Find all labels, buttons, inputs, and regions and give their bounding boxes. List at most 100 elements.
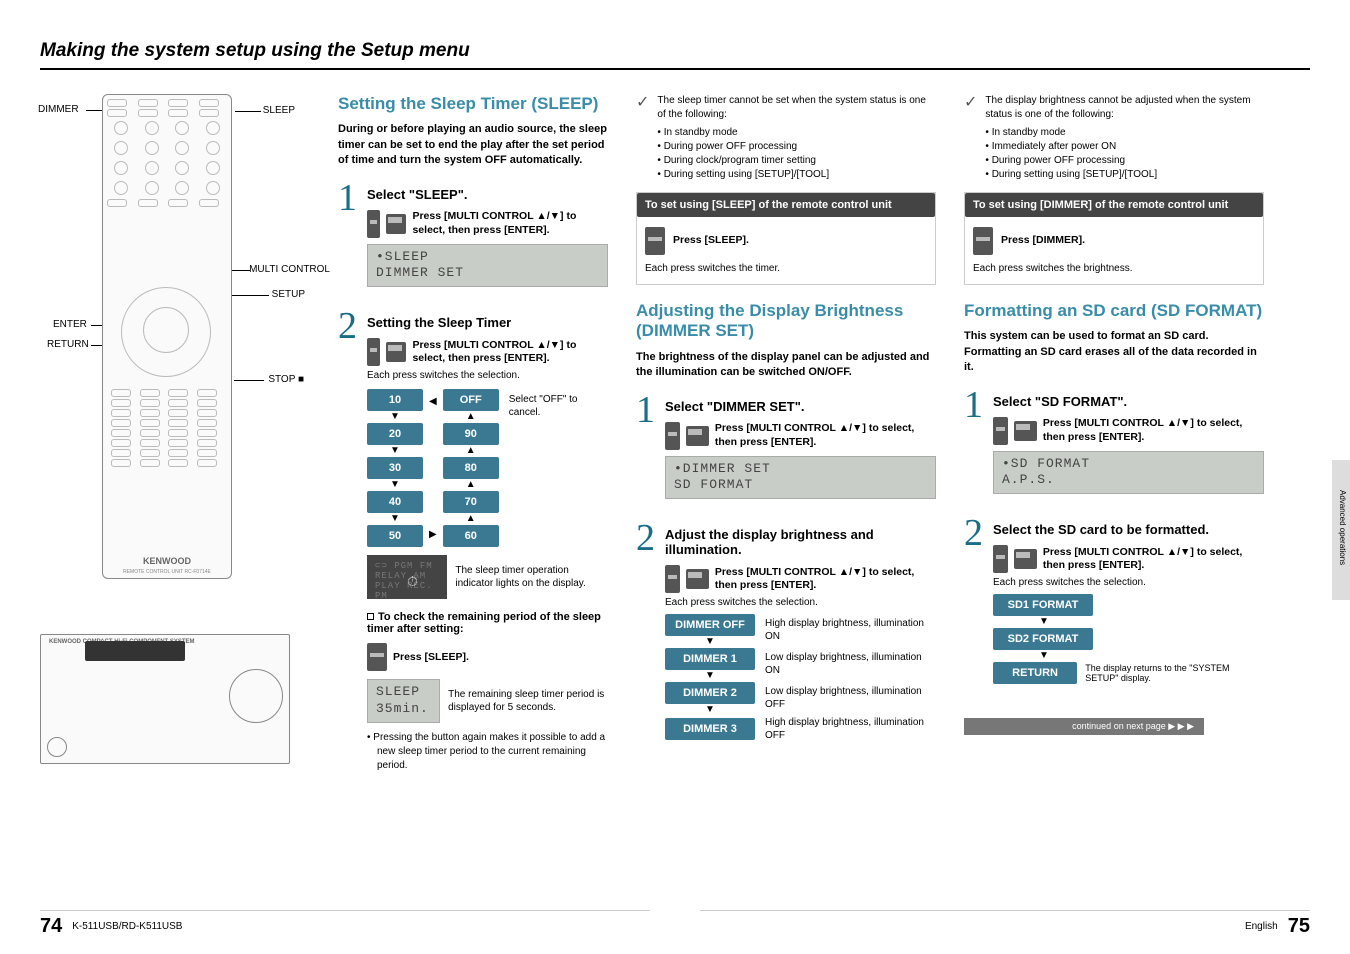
dimmer-option: DIMMER 2 — [665, 682, 755, 704]
remote-label-multi-control: MULTI CONTROL — [249, 264, 330, 275]
unit-icon — [686, 426, 709, 446]
timer-icon: ⏱ — [407, 575, 418, 591]
remote-icon — [993, 417, 1008, 445]
remote-label-enter: ENTER — [53, 319, 87, 330]
sleep-step2-label: Setting the Sleep Timer — [367, 315, 608, 330]
list-item: In standby mode — [657, 126, 936, 140]
unit-icon — [386, 342, 407, 362]
sleep-step-1: 1 Select "SLEEP". Press [MULTI CONTROL ▲… — [338, 183, 608, 298]
content-row: DIMMER SLEEP MULTI CONTROL SETUP ENTER R… — [40, 94, 1310, 787]
dimmer-callout-bar: To set using [DIMMER] of the remote cont… — [965, 193, 1263, 217]
sdformat-step2-label: Select the SD card to be formatted. — [993, 522, 1264, 537]
arrow-left-icon: ◀ — [429, 396, 437, 407]
dimmer-press-text-1: Press [MULTI CONTROL ▲/▼] to select, the… — [715, 422, 936, 449]
dimmer-callout-press: Press [DIMMER]. — [1001, 234, 1085, 248]
remote-icon — [645, 227, 665, 255]
remote-icon — [665, 422, 680, 450]
remote-icon — [367, 338, 380, 366]
remote-label-sleep: SLEEP — [263, 105, 295, 116]
sleep-again-note: Pressing the button again makes it possi… — [377, 731, 608, 773]
unit-icon — [1014, 421, 1037, 441]
list-item: During setting using [SETUP]/[TOOL] — [985, 168, 1264, 182]
sleep-each-press: Each press switches the selection. — [367, 370, 608, 381]
sdformat-return-option: RETURN — [993, 662, 1077, 684]
dimmer-step-1: 1 Select "DIMMER SET". Press [MULTI CONT… — [636, 395, 936, 510]
remote-label-setup: SETUP — [272, 289, 305, 300]
sdformat-lcd: •SD FORMAT A.P.S. — [993, 451, 1264, 495]
step-number-2: 2 — [338, 311, 357, 341]
sleep-press-sleep: Press [SLEEP]. — [393, 651, 469, 665]
sdformat-column: ✓ The display brightness cannot be adjus… — [964, 94, 1264, 787]
page-title: Making the system setup using the Setup … — [40, 40, 1310, 70]
sleep-press-text-1: Press [MULTI CONTROL ▲/▼] to select, the… — [412, 210, 608, 237]
sleep-option: 70 — [443, 491, 499, 513]
remote-icon — [367, 643, 387, 671]
list-item: During power OFF processing — [657, 140, 936, 154]
dimmer-title: Adjusting the Display Brightness (DIMMER… — [636, 301, 936, 342]
dimmer-option-desc: Low display brightness, illumination ON — [765, 651, 936, 677]
step-number-1: 1 — [338, 183, 357, 213]
sleep-option: 10 — [367, 389, 423, 411]
sleep-title: Setting the Sleep Timer (SLEEP) — [338, 94, 608, 114]
unit-icon — [686, 569, 709, 589]
sdformat-press-text-2: Press [MULTI CONTROL ▲/▼] to select, the… — [1043, 546, 1264, 573]
check-icon: ✓ — [636, 92, 649, 182]
sdformat-step-1: 1 Select "SD FORMAT". Press [MULTI CONTR… — [964, 390, 1264, 505]
sdformat-step1-label: Select "SD FORMAT". — [993, 394, 1264, 409]
step-number-2: 2 — [636, 523, 655, 553]
list-item: During clock/program timer setting — [657, 154, 936, 168]
dimmer-callout: To set using [DIMMER] of the remote cont… — [964, 192, 1264, 285]
sleep-remaining-lcd: SLEEP 35min. — [367, 679, 440, 723]
display-indicator-panel: ⊂⊃ PGM FM RELAY AM PLAY REC. PM ⏱ — [367, 555, 447, 599]
remote-label-return: RETURN — [47, 339, 89, 350]
dimmer-callout-sub: Each press switches the brightness. — [973, 263, 1255, 274]
dimmer-option: DIMMER OFF — [665, 614, 755, 636]
sleep-intro: During or before playing an audio source… — [338, 122, 608, 168]
step-number-1: 1 — [636, 395, 655, 425]
dimmer-step-2: 2 Adjust the display brightness and illu… — [636, 523, 936, 744]
dimmer-option-desc: High display brightness, illumination OF… — [765, 716, 936, 742]
sleep-option: 90 — [443, 423, 499, 445]
step-number-2: 2 — [964, 518, 983, 548]
main-unit-diagram: KENWOOD COMPACT Hi-Fi COMPONENT SYSTEM — [40, 634, 290, 764]
page-number-left: 74 — [40, 915, 62, 938]
sleep-callout-press: Press [SLEEP]. — [673, 234, 749, 248]
remote-body: KENWOOD REMOTE CONTROL UNIT RC-F0714E — [102, 94, 232, 579]
dimmer-column: ✓ The sleep timer cannot be set when the… — [636, 94, 936, 787]
sleep-option-off: OFF — [443, 389, 499, 411]
sdformat-press-text-1: Press [MULTI CONTROL ▲/▼] to select, the… — [1043, 417, 1264, 444]
unit-icon — [386, 214, 407, 234]
dimmer-step1-label: Select "DIMMER SET". — [665, 399, 936, 414]
unit-icon — [1014, 549, 1037, 569]
sdformat-each-press: Each press switches the selection. — [993, 577, 1264, 588]
dimmer-option: DIMMER 3 — [665, 718, 755, 740]
sleep-option: 40 — [367, 491, 423, 513]
sdformat-intro: This system can be used to format an SD … — [964, 329, 1264, 375]
remote-icon — [973, 227, 993, 255]
sleep-press-text-2: Press [MULTI CONTROL ▲/▼] to select, the… — [412, 339, 608, 366]
remote-icon — [367, 210, 380, 238]
footer: 74 K-511USB/RD-K511USB English 75 — [40, 910, 1310, 938]
dimmer-step2-label: Adjust the display brightness and illumi… — [665, 527, 936, 557]
sleep-column: Setting the Sleep Timer (SLEEP) During o… — [338, 94, 608, 787]
remote-diagram: DIMMER SLEEP MULTI CONTROL SETUP ENTER R… — [40, 94, 290, 594]
dimmer-option-desc: High display brightness, illumination ON — [765, 617, 936, 643]
sdformat-options: SD1 FORMAT▼ SD2 FORMAT▼ RETURN The displ… — [993, 594, 1264, 684]
footer-lang: English — [1245, 921, 1278, 932]
side-tab-label: Advanced operations — [1338, 490, 1347, 565]
sdformat-return-note: The display returns to the "SYSTEM SETUP… — [1085, 663, 1264, 685]
sleep-options: 10▼ 20▼ 30▼ 40▼ 50 ◀ ▶ OFF▲ 90▲ — [367, 389, 608, 547]
diagrams-column: DIMMER SLEEP MULTI CONTROL SETUP ENTER R… — [40, 94, 310, 787]
remote-model: REMOTE CONTROL UNIT RC-F0714E — [103, 569, 231, 575]
remote-label-stop: STOP ■ — [268, 374, 304, 385]
sleep-limitations: ✓ The sleep timer cannot be set when the… — [636, 94, 936, 182]
page-number-right: 75 — [1288, 915, 1310, 938]
footer-model: K-511USB/RD-K511USB — [72, 921, 182, 932]
dimmer-option: DIMMER 1 — [665, 648, 755, 670]
remote-label-dimmer: DIMMER — [38, 104, 79, 115]
sleep-option: 80 — [443, 457, 499, 479]
sleep-option: 60 — [443, 525, 499, 547]
dimmer-lcd: •DIMMER SET SD FORMAT — [665, 456, 936, 500]
sleep-option: 20 — [367, 423, 423, 445]
sleep-callout: To set using [SLEEP] of the remote contr… — [636, 192, 936, 285]
